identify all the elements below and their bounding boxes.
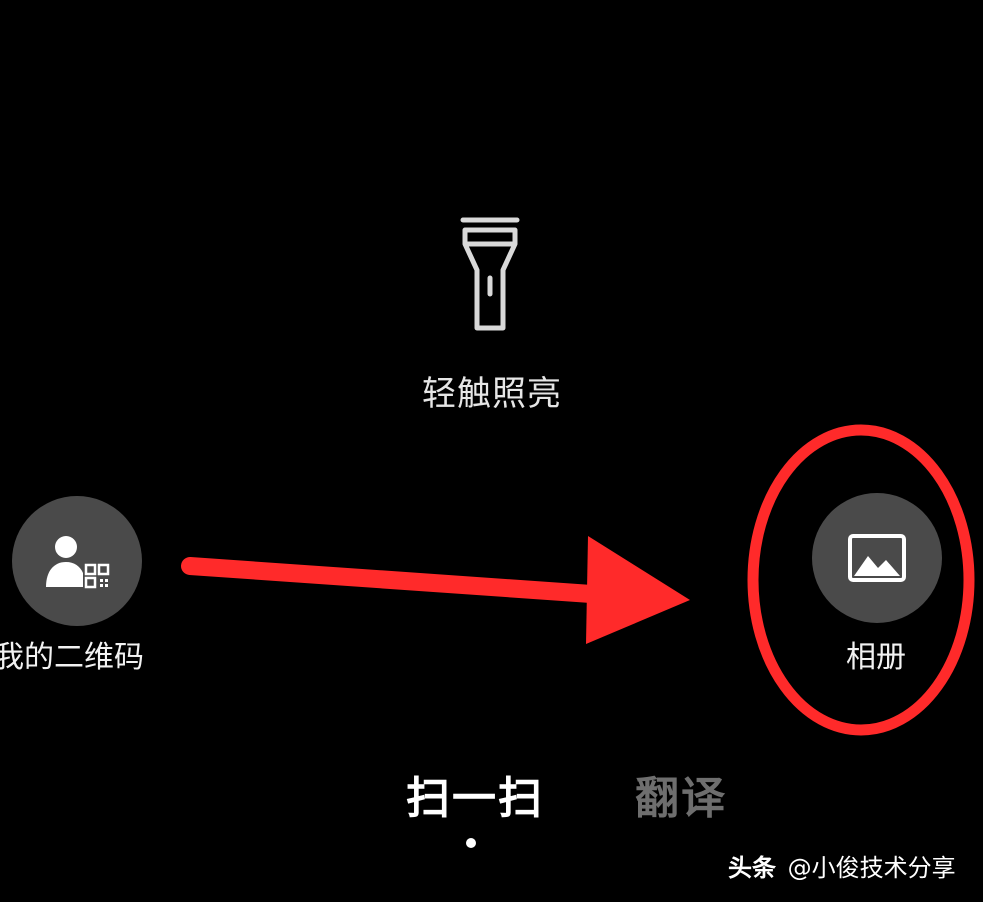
my-qr-code-button[interactable]	[12, 496, 142, 626]
image-icon	[848, 534, 906, 582]
annotation-arrowhead	[586, 536, 690, 644]
album-button[interactable]	[812, 493, 942, 623]
my-qr-code-label: 我的二维码	[0, 640, 144, 675]
watermark-brand: 头条	[728, 854, 776, 882]
annotation-arrow	[181, 557, 629, 605]
watermark-author: @小俊技术分享	[787, 854, 956, 882]
scan-screen: 轻触照亮 我的二维码 相册 扫一扫 翻译 头条 @小俊技术分享	[0, 0, 983, 902]
flashlight-label: 轻触照亮	[422, 374, 562, 414]
tab-scan[interactable]: 扫一扫	[400, 762, 550, 826]
tab-translate[interactable]: 翻译	[626, 762, 736, 826]
page-indicator-dot	[466, 838, 476, 848]
watermark: 头条 @小俊技术分享	[728, 848, 956, 883]
album-label: 相册	[846, 640, 906, 675]
person-qr-icon	[46, 536, 110, 589]
flashlight-icon	[460, 217, 520, 331]
flashlight-toggle[interactable]	[420, 210, 560, 340]
